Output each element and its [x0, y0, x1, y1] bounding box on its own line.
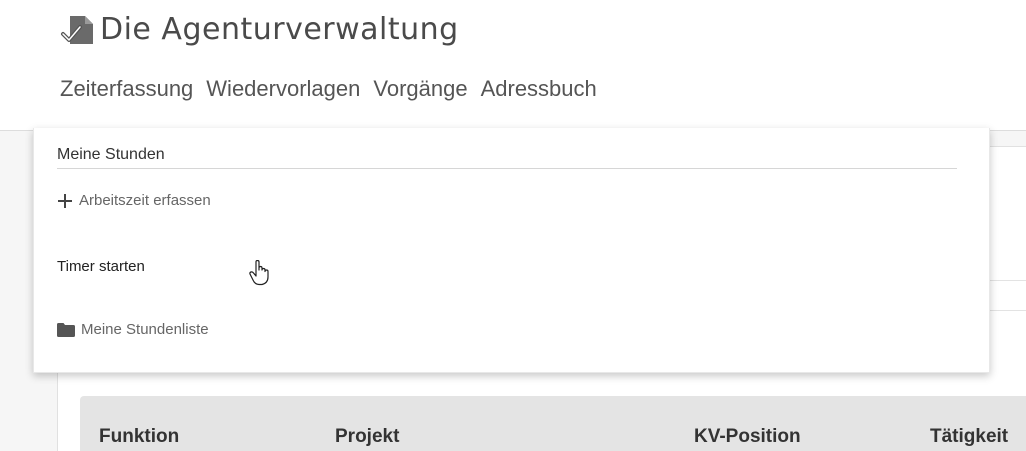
folder-icon	[57, 322, 75, 337]
table-header	[80, 396, 1026, 451]
column-header-funktion[interactable]: Funktion	[99, 426, 179, 448]
nav-item-zeiterfassung[interactable]: Zeiterfassung	[60, 76, 193, 102]
column-header-projekt[interactable]: Projekt	[335, 426, 399, 448]
dropdown-divider	[57, 168, 957, 169]
dropdown-section-header: Meine Stunden	[57, 146, 165, 163]
nav-item-wiedervorlagen[interactable]: Wiedervorlagen	[206, 76, 360, 102]
menu-item-meine-stundenliste[interactable]: Meine Stundenliste	[57, 321, 209, 338]
column-header-taetigkeit[interactable]: Tätigkeit	[930, 426, 1008, 448]
column-header-kv-position[interactable]: KV-Position	[694, 426, 801, 448]
app-title: Die Agenturverwaltung	[100, 11, 459, 47]
plus-icon	[57, 193, 73, 209]
nav-item-vorgaenge[interactable]: Vorgänge	[373, 76, 467, 102]
menu-item-label: Meine Stundenliste	[81, 321, 209, 338]
nav-item-adressbuch[interactable]: Adressbuch	[481, 76, 597, 102]
brand[interactable]: Die Agenturverwaltung	[60, 10, 459, 48]
main-nav: Zeiterfassung Wiedervorlagen Vorgänge Ad…	[60, 76, 610, 102]
document-check-logo-icon	[61, 16, 93, 44]
menu-item-label: Arbeitszeit erfassen	[79, 192, 211, 209]
menu-item-arbeitszeit-erfassen[interactable]: Arbeitszeit erfassen	[57, 192, 211, 209]
menu-item-timer-starten[interactable]: Timer starten	[57, 258, 145, 275]
menu-item-label: Timer starten	[57, 258, 145, 275]
hand-pointer-cursor-icon	[249, 260, 269, 286]
app-root: Die Agenturverwaltung Zeiterfassung Wied…	[0, 0, 1026, 451]
